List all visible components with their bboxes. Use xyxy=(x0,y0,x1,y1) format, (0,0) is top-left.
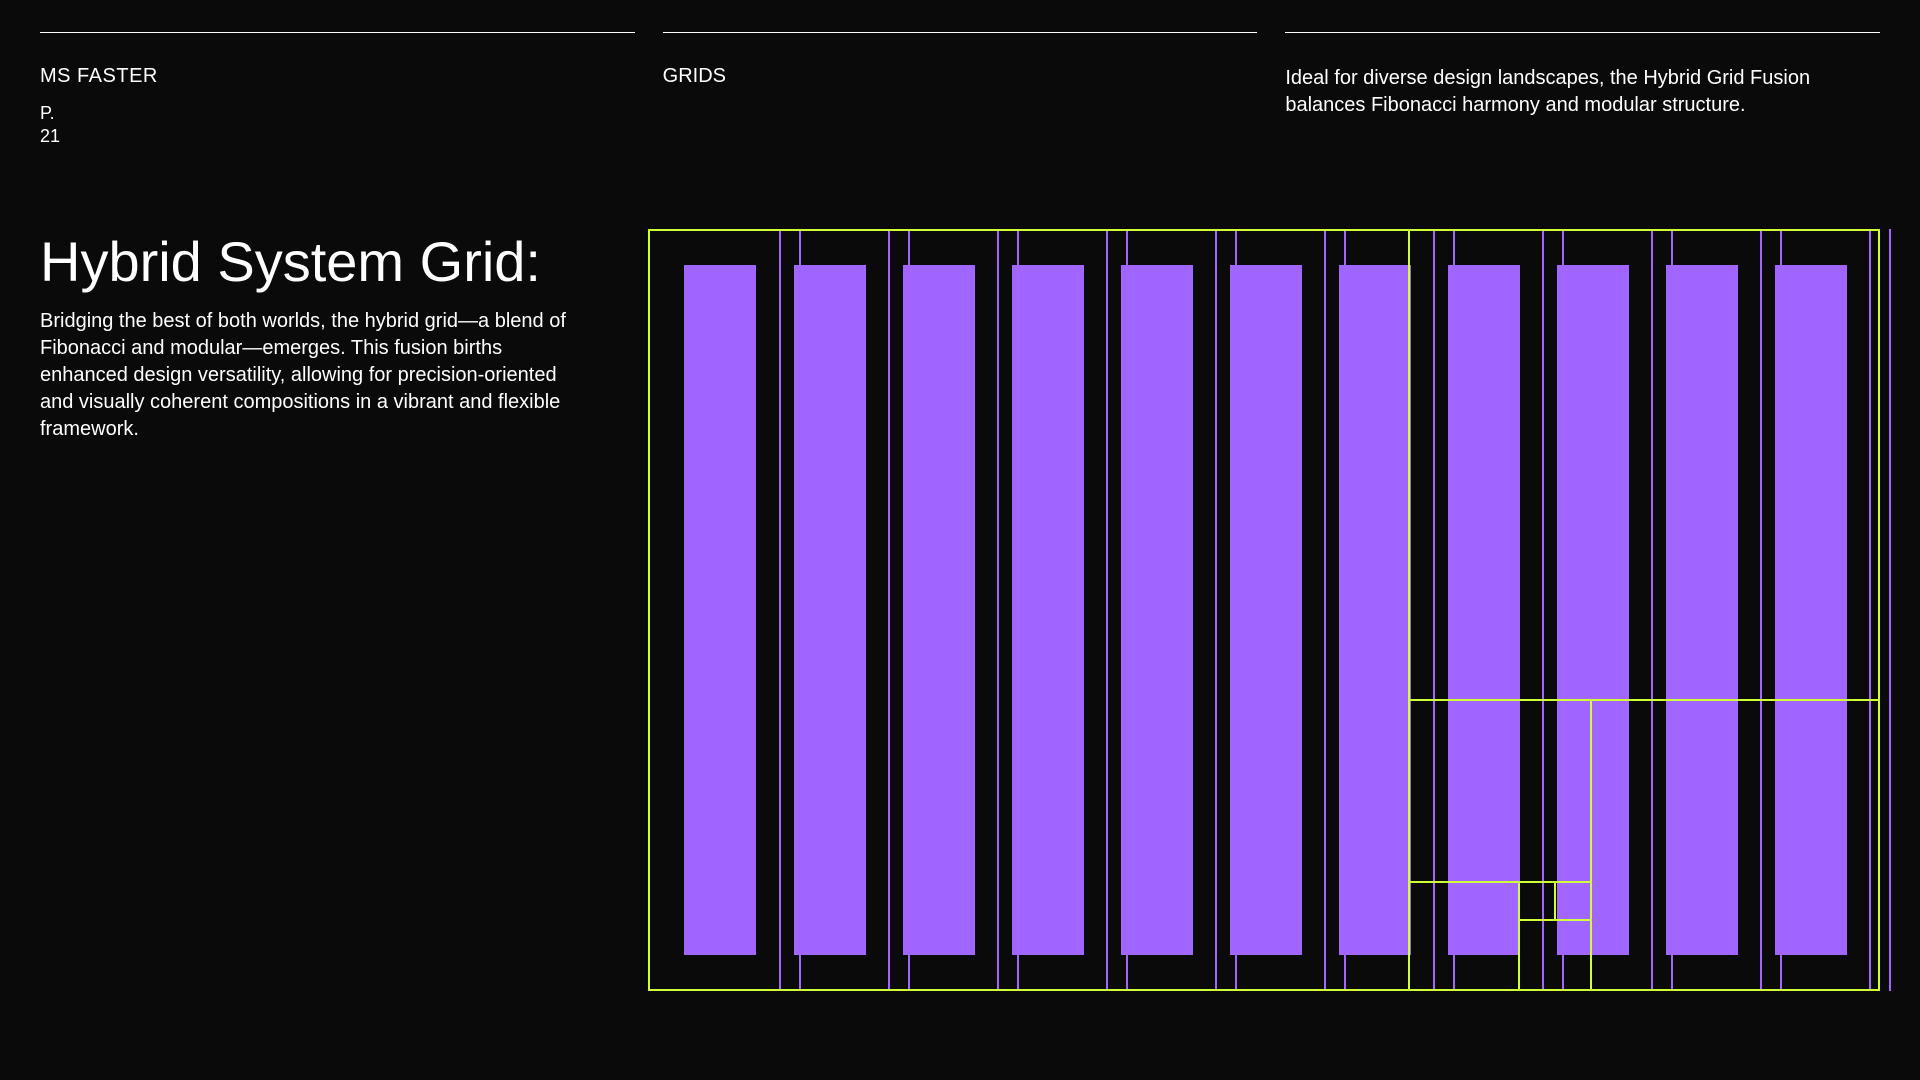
fibonacci-frame xyxy=(1518,919,1592,991)
page-value: 21 xyxy=(40,126,60,146)
page: MS FASTER P. 21 GRIDS Ideal for diverse … xyxy=(0,0,1920,1080)
hybrid-grid-diagram xyxy=(648,229,1880,991)
page-prefix: P. xyxy=(40,103,55,123)
page-title: Hybrid System Grid: xyxy=(40,229,620,294)
header: MS FASTER P. 21 GRIDS Ideal for diverse … xyxy=(40,32,1880,147)
fibonacci-frame xyxy=(1408,699,1592,883)
fibonacci-frame xyxy=(1554,881,1592,921)
body: Hybrid System Grid: Bridging the best of… xyxy=(40,229,1880,1040)
fibonacci-frame xyxy=(1408,881,1520,991)
header-col-mid: GRIDS xyxy=(663,32,1258,147)
page-number: P. 21 xyxy=(40,102,635,147)
fibonacci-frame xyxy=(1590,699,1880,991)
page-description: Bridging the best of both worlds, the hy… xyxy=(40,308,580,443)
diagram-column xyxy=(648,229,1880,1040)
header-col-left: MS FASTER P. 21 xyxy=(40,32,635,147)
text-column: Hybrid System Grid: Bridging the best of… xyxy=(40,229,620,1040)
category-label: GRIDS xyxy=(663,65,1258,88)
fibonacci-frame xyxy=(1518,881,1556,921)
tagline-text: Ideal for diverse design landscapes, the… xyxy=(1285,65,1865,119)
brand-label: MS FASTER xyxy=(40,65,635,88)
header-col-right: Ideal for diverse design landscapes, the… xyxy=(1285,32,1880,147)
fibonacci-frame xyxy=(648,229,1410,991)
fibonacci-frame xyxy=(1408,229,1880,701)
